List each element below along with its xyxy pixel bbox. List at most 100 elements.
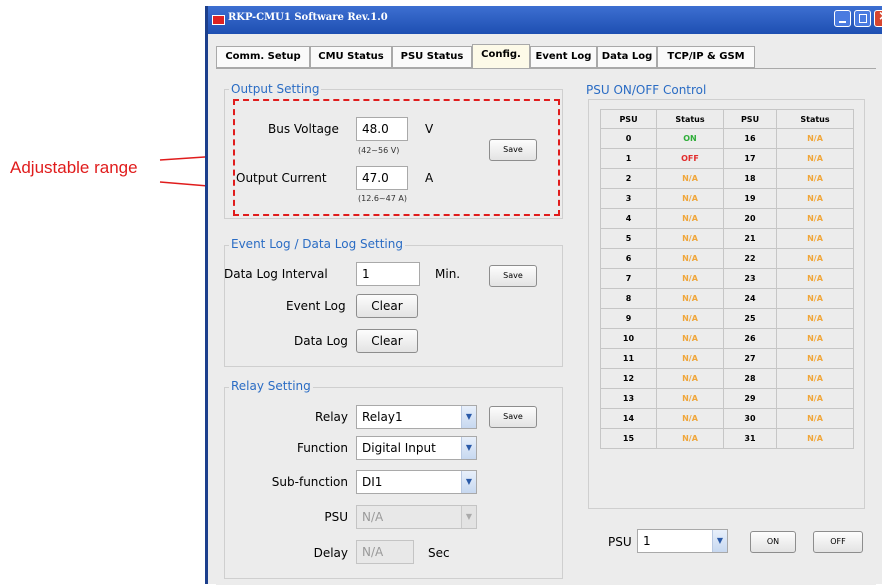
psu-off-button[interactable]: OFF: [813, 531, 863, 553]
table-row: 2 N/A 18 N/A: [600, 168, 854, 189]
table-row: 15 N/A 31 N/A: [600, 428, 854, 449]
psu-status-cell: OFF: [656, 148, 724, 169]
chevron-down-icon[interactable]: ▼: [461, 406, 476, 428]
psu-status-cell: N/A: [656, 368, 724, 389]
psu-status-cell: N/A: [776, 388, 854, 409]
psu-status-cell: N/A: [776, 248, 854, 269]
function-select[interactable]: Digital Input ▼: [356, 436, 477, 460]
delay-label: Delay: [313, 546, 348, 560]
bus-voltage-label: Bus Voltage: [268, 122, 339, 136]
psu-status-cell: N/A: [656, 268, 724, 289]
psu-number-cell: 27: [723, 348, 777, 369]
table-row: 0 ON 16 N/A: [600, 128, 854, 149]
tab-cmu-status[interactable]: CMU Status: [310, 46, 392, 68]
psu-number-cell: 13: [600, 388, 657, 409]
psu-status-cell: N/A: [656, 328, 724, 349]
close-button[interactable]: [874, 9, 882, 27]
psu-number-cell: 30: [723, 408, 777, 429]
psu-number-cell: 12: [600, 368, 657, 389]
config-panel: Output Setting Bus Voltage 48.0 V (42~56…: [216, 68, 876, 585]
tab-comm-setup[interactable]: Comm. Setup: [216, 46, 310, 68]
psu-select-value: N/A: [362, 510, 384, 524]
title-bar: RKP-CMU1 Software Rev.1.0: [208, 6, 882, 34]
chevron-down-icon[interactable]: ▼: [461, 437, 476, 459]
table-row: 6 N/A 22 N/A: [600, 248, 854, 269]
psu-number-cell: 6: [600, 248, 657, 269]
psu-label: PSU: [324, 510, 348, 524]
psu-status-cell: ON: [656, 128, 724, 149]
header-status: Status: [656, 109, 724, 129]
relay-select[interactable]: Relay1 ▼: [356, 405, 477, 429]
psu-on-button[interactable]: ON: [750, 531, 796, 553]
psu-status-cell: N/A: [776, 228, 854, 249]
psu-select-label: PSU: [608, 535, 632, 549]
table-row: 9 N/A 25 N/A: [600, 308, 854, 329]
psu-status-cell: N/A: [776, 148, 854, 169]
subfunction-select[interactable]: DI1 ▼: [356, 470, 477, 494]
output-save-button[interactable]: Save: [489, 139, 537, 161]
subfunction-label: Sub-function: [271, 475, 348, 489]
psu-number-cell: 14: [600, 408, 657, 429]
delay-input: N/A: [356, 540, 414, 564]
output-current-range: (12.6~47 A): [358, 194, 407, 203]
table-row: 7 N/A 23 N/A: [600, 268, 854, 289]
header-psu: PSU: [723, 109, 777, 129]
app-window: RKP-CMU1 Software Rev.1.0 Comm. Setup CM…: [205, 6, 882, 585]
maximize-button[interactable]: [854, 10, 871, 27]
psu-status-cell: N/A: [776, 128, 854, 149]
psu-status-cell: N/A: [656, 408, 724, 429]
psu-number-cell: 24: [723, 288, 777, 309]
function-select-value: Digital Input: [362, 441, 436, 455]
minimize-button[interactable]: [834, 10, 851, 27]
bus-voltage-input[interactable]: 48.0: [356, 117, 408, 141]
psu-status-cell: N/A: [656, 288, 724, 309]
chevron-down-icon[interactable]: ▼: [712, 530, 727, 552]
table-row: 8 N/A 24 N/A: [600, 288, 854, 309]
chevron-down-icon[interactable]: ▼: [461, 471, 476, 493]
interval-unit: Min.: [435, 267, 461, 281]
tab-psu-status[interactable]: PSU Status: [392, 46, 472, 68]
tab-config[interactable]: Config.: [472, 44, 530, 69]
table-row: 5 N/A 21 N/A: [600, 228, 854, 249]
psu-number-cell: 10: [600, 328, 657, 349]
psu-status-cell: N/A: [776, 408, 854, 429]
relay-save-button[interactable]: Save: [489, 406, 537, 428]
psu-number-cell: 17: [723, 148, 777, 169]
subfunction-select-value: DI1: [362, 475, 383, 489]
function-label: Function: [296, 441, 348, 455]
psu-status-cell: N/A: [776, 188, 854, 209]
psu-number-cell: 5: [600, 228, 657, 249]
table-row: 14 N/A 30 N/A: [600, 408, 854, 429]
psu-number-cell: 29: [723, 388, 777, 409]
event-log-clear-button[interactable]: Clear: [356, 294, 418, 318]
psu-status-cell: N/A: [776, 428, 854, 449]
header-psu: PSU: [600, 109, 657, 129]
psu-number-cell: 4: [600, 208, 657, 229]
data-log-clear-button[interactable]: Clear: [356, 329, 418, 353]
psu-number-cell: 9: [600, 308, 657, 329]
psu-status-cell: N/A: [776, 268, 854, 289]
psu-number-cell: 1: [600, 148, 657, 169]
psu-number-cell: 21: [723, 228, 777, 249]
tab-tcpip-gsm[interactable]: TCP/IP & GSM: [657, 46, 755, 68]
psu-number-select[interactable]: 1 ▼: [637, 529, 728, 553]
psu-status-cell: N/A: [656, 248, 724, 269]
data-log-label: Data Log: [294, 334, 348, 348]
psu-number-cell: 18: [723, 168, 777, 189]
log-save-button[interactable]: Save: [489, 265, 537, 287]
psu-status-cell: N/A: [776, 288, 854, 309]
tab-data-log[interactable]: Data Log: [597, 46, 657, 68]
data-log-interval-input[interactable]: 1: [356, 262, 420, 286]
tab-event-log[interactable]: Event Log: [530, 46, 597, 68]
table-row: 11 N/A 27 N/A: [600, 348, 854, 369]
relay-select-value: Relay1: [362, 410, 403, 424]
psu-status-table: PSU Status PSU Status 0 ON 16 N/A 1 OFF 17 N/A 2…: [600, 109, 854, 449]
psu-number-cell: 19: [723, 188, 777, 209]
data-log-interval-label: Data Log Interval: [224, 267, 328, 281]
psu-number-cell: 20: [723, 208, 777, 229]
output-current-unit: A: [425, 171, 434, 185]
psu-status-cell: N/A: [776, 208, 854, 229]
output-current-input[interactable]: 47.0: [356, 166, 408, 190]
psu-number-cell: 25: [723, 308, 777, 329]
psu-status-cell: N/A: [776, 328, 854, 349]
